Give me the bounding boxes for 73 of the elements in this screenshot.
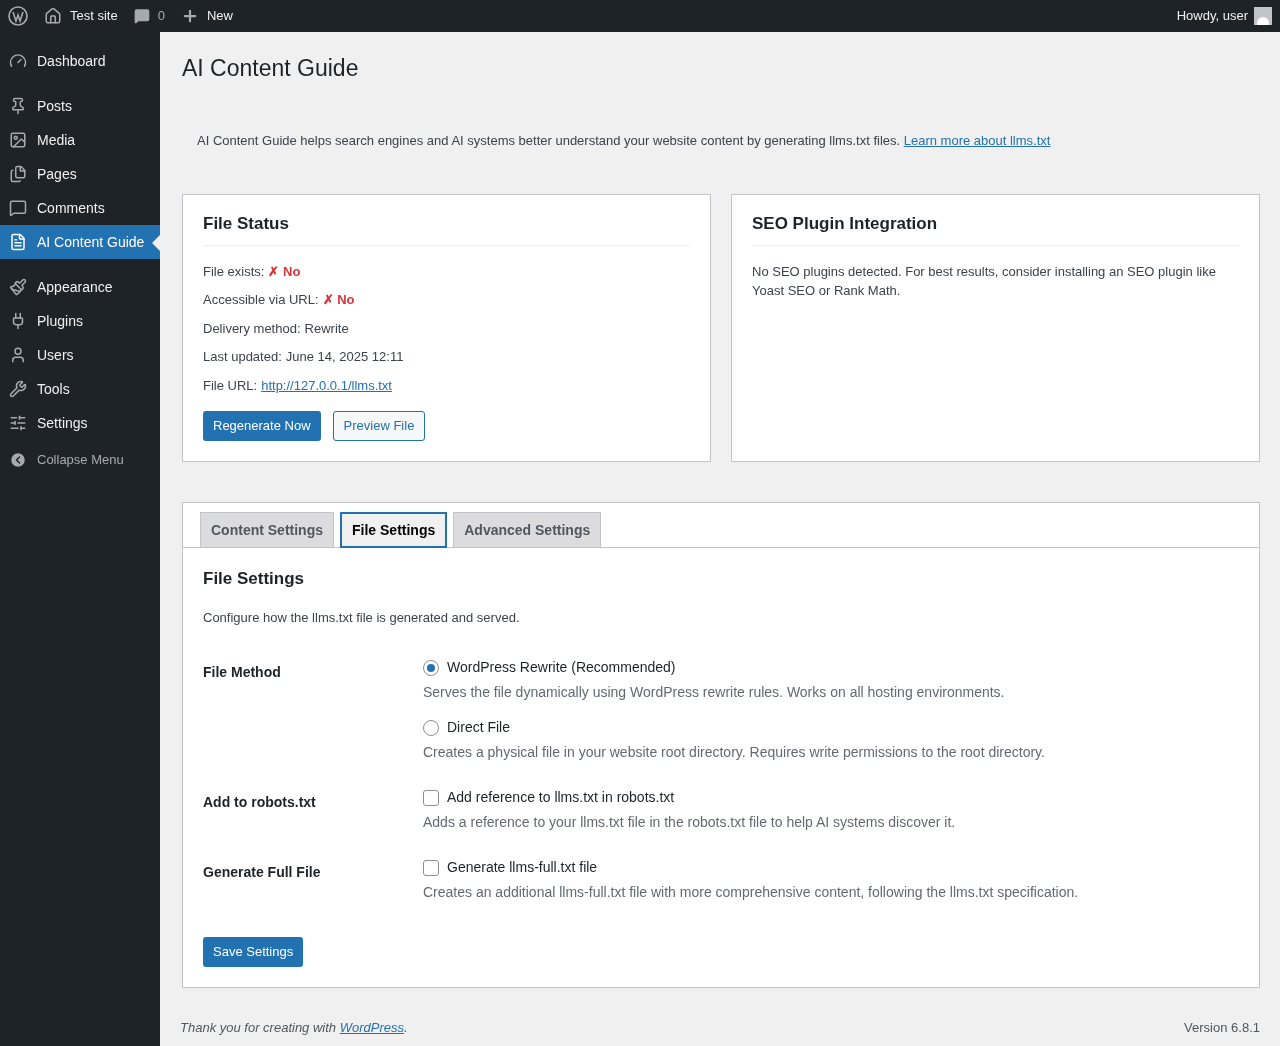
sidebar-item[interactable]: Comments (0, 191, 160, 225)
status-value: June 14, 2025 12:11 (285, 348, 404, 366)
sidebar-item[interactable]: Appearance (0, 270, 160, 304)
option-label[interactable]: Generate llms-full.txt file (447, 857, 598, 878)
status-label: Last updated: (203, 348, 282, 366)
save-settings-button[interactable]: Save Settings (203, 937, 304, 967)
settings-tab[interactable]: File Settings (340, 512, 448, 548)
section-title: File Settings (203, 568, 306, 590)
sidebar-item[interactable]: Settings (0, 406, 160, 440)
status-value: ✗ No (322, 291, 355, 309)
status-value: ✗ No (268, 262, 301, 281)
page-title: AI Content Guide (182, 54, 360, 83)
status-label: File exists: (203, 262, 265, 281)
option-description: Serves the file dynamically using WordPress rewrite rules. Works on all hosting environments. (423, 683, 1006, 702)
pages-icon (9, 165, 27, 183)
settings-tab[interactable]: Content Settings (200, 512, 334, 548)
document-icon (9, 233, 27, 251)
settings-tab[interactable]: Advanced Settings (453, 512, 602, 548)
speech-bubble-icon (9, 199, 27, 217)
sidebar-item[interactable]: Posts (0, 89, 160, 123)
option-label[interactable]: Direct File (447, 717, 510, 738)
sidebar-item[interactable]: Media (0, 123, 160, 157)
status-label: Accessible via URL: (203, 291, 319, 309)
collapse-menu-button[interactable]: Collapse Menu (0, 443, 160, 477)
sidebar-item[interactable]: Tools (0, 372, 160, 406)
field-label: File Method (203, 663, 282, 682)
checkbox[interactable] (423, 859, 439, 876)
card-title: File Status (203, 211, 690, 246)
gauge-icon (9, 52, 27, 70)
wordpress-link[interactable]: WordPress (339, 1020, 404, 1035)
image-icon (9, 131, 27, 149)
sidebar-item[interactable]: AI Content Guide (0, 225, 160, 259)
option-label[interactable]: Add reference to llms.txt in robots.txt (447, 787, 675, 808)
comment-count[interactable]: 0 (157, 6, 165, 26)
wrench-icon (9, 380, 27, 398)
intro-text: AI Content Guide helps search engines and AI systems better understand your website content by generating llms.txt files. Learn more about llms.txt (197, 131, 1052, 150)
option-description: Creates a physical file in your website root directory. Requires write permissions to the root directory. (423, 743, 1045, 762)
site-name-link[interactable]: Test site (70, 6, 118, 26)
version-text: Version 6.8.1 (1184, 1019, 1260, 1037)
card-title: SEO Plugin Integration (752, 211, 1239, 246)
radio-button[interactable] (423, 659, 439, 676)
sidebar-item[interactable]: Dashboard (0, 44, 160, 78)
sidebar-item[interactable]: Pages (0, 157, 160, 191)
pin-icon (9, 97, 27, 115)
option-description: Adds a reference to your llms.txt file in the robots.txt file to help AI systems discover it. (423, 813, 956, 832)
home-icon[interactable] (44, 7, 62, 25)
new-link[interactable]: New (206, 6, 233, 26)
sidebar-item[interactable]: Plugins (0, 304, 160, 338)
option-description: Creates an additional llms-full.txt file with more comprehensive content, following the llms.txt specification. (423, 883, 1079, 902)
user-icon (9, 346, 27, 364)
footer-text: Thank you for creating with WordPress. (180, 1019, 408, 1037)
greeting-link[interactable]: Howdy, user (1176, 6, 1248, 26)
brush-icon (9, 278, 27, 296)
seo-message: No SEO plugins detected. For best results, consider installing an SEO plugin like Yoast SEO or Rank Math. (752, 262, 1217, 300)
field-label: Add to robots.txt (203, 793, 317, 812)
section-description: Configure how the llms.txt file is generated and served. (203, 608, 521, 627)
file-url-link[interactable]: http://127.0.0.1/llms.txt (261, 375, 392, 395)
regenerate-button[interactable]: Regenerate Now (203, 411, 321, 441)
radio-button[interactable] (423, 719, 439, 736)
field-label: Generate Full File (203, 863, 322, 882)
preview-button[interactable]: Preview File (332, 411, 426, 441)
current-pointer-icon (152, 235, 160, 251)
wordpress-logo-icon[interactable] (8, 6, 28, 26)
status-label: Delivery method: (203, 319, 301, 338)
learn-more-link[interactable]: Learn more about llms.txt (903, 132, 1051, 148)
sidebar-item[interactable]: Users (0, 338, 160, 372)
status-label: File URL: (203, 376, 258, 395)
status-value: Rewrite (304, 319, 349, 338)
checkbox[interactable] (423, 789, 439, 806)
sliders-icon (9, 414, 27, 432)
option-label[interactable]: WordPress Rewrite (Recommended) (447, 657, 676, 678)
speech-bubble-icon[interactable] (133, 8, 150, 24)
collapse-icon (9, 451, 27, 469)
